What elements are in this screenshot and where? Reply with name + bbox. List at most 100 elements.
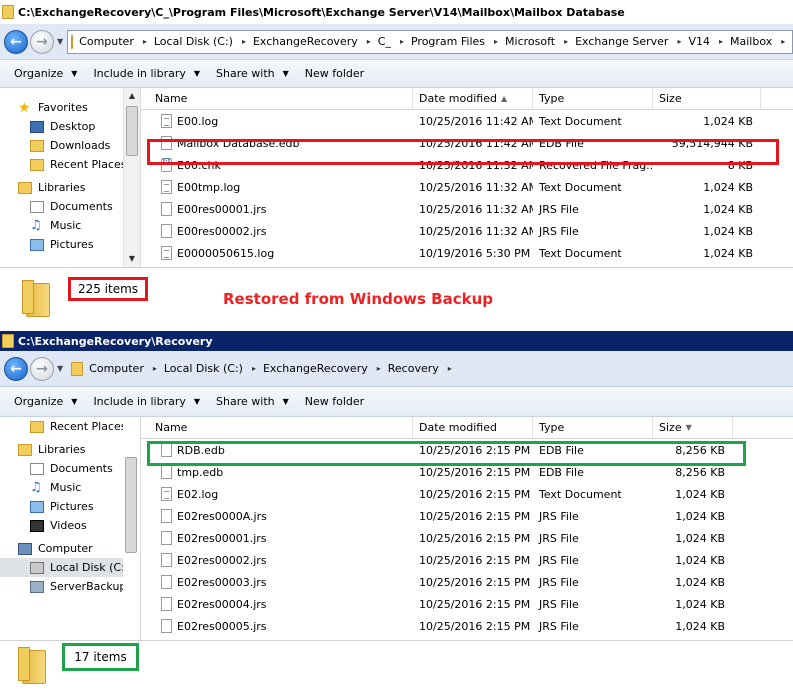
breadcrumb-local-disk-c-[interactable]: Local Disk (C:) <box>164 362 243 375</box>
breadcrumb-separator-icon[interactable]: ▸ <box>719 37 723 46</box>
breadcrumb-exchange-server[interactable]: Exchange Server <box>575 35 668 48</box>
new-folder-button[interactable]: New folder <box>297 395 372 408</box>
breadcrumb-mailbox[interactable]: Mailbox <box>730 35 772 48</box>
nav-item-local-disk-c[interactable]: Local Disk (C:) <box>0 558 140 577</box>
file-row[interactable]: E00tmp.log 10/25/2016 11:32 AM Text Docume… <box>141 176 793 198</box>
nav-item-music[interactable]: ♫ Music <box>0 478 140 497</box>
scroll-thumb[interactable] <box>125 457 137 553</box>
nav-item-libraries[interactable]: Libraries <box>0 440 140 459</box>
nav-item-videos[interactable]: Videos <box>0 516 140 535</box>
file-row[interactable]: E02res00002.jrs 10/25/2016 2:15 PM JRS Fil… <box>141 549 793 571</box>
breadcrumb-computer[interactable]: Computer <box>79 35 134 48</box>
breadcrumb-exchangerecovery[interactable]: ExchangeRecovery <box>263 362 368 375</box>
organize-button[interactable]: Organize ▼ <box>6 395 85 408</box>
file-row[interactable]: E0000050615.log 10/19/2016 5:30 PM Text Do… <box>141 242 793 264</box>
breadcrumb-separator-icon[interactable]: ▸ <box>143 37 147 46</box>
file-row[interactable]: E00.log 10/25/2016 11:42 AM Text Document 1… <box>141 110 793 132</box>
file-name-cell: E00.log <box>161 114 413 128</box>
navigation-pane: Recent Places Libraries Documents ♫ Music Pic… <box>0 417 141 640</box>
nav-item-desktop[interactable]: Desktop <box>0 117 140 136</box>
column-header-name[interactable]: Name <box>149 417 413 438</box>
breadcrumb-exchangerecovery[interactable]: ExchangeRecovery <box>253 35 358 48</box>
address-bar[interactable]: Computer ▸ Local Disk (C:) ▸ ExchangeRecover… <box>67 357 627 381</box>
include-in-library-button[interactable]: Include in library ▼ <box>85 395 208 408</box>
breadcrumb-separator-icon[interactable]: ▸ <box>367 37 371 46</box>
organize-button[interactable]: Organize ▼ <box>6 67 85 80</box>
scroll-up-icon[interactable]: ▲ <box>124 88 140 104</box>
breadcrumb-program-files[interactable]: Program Files <box>411 35 485 48</box>
column-header-type[interactable]: Type <box>533 88 653 109</box>
breadcrumb-separator-icon[interactable]: ▸ <box>242 37 246 46</box>
nav-item-recent-places[interactable]: Recent Places <box>0 155 140 174</box>
recent-pages-dropdown-icon[interactable]: ▼ <box>57 364 63 373</box>
address-bar[interactable]: Computer ▸ Local Disk (C:) ▸ ExchangeRecover… <box>67 29 793 54</box>
nav-scrollbar[interactable]: ▲ ▼ <box>123 88 140 267</box>
breadcrumb-separator-icon[interactable]: ▸ <box>677 37 681 46</box>
nav-item-pictures[interactable]: Pictures <box>0 235 140 254</box>
column-header-date[interactable]: Date modified <box>413 417 533 438</box>
file-row[interactable]: E02res0000A.jrs 10/25/2016 2:15 PM JRS Fil… <box>141 505 793 527</box>
breadcrumb-separator-icon[interactable]: ▸ <box>781 37 785 46</box>
file-row[interactable]: E02res00001.jrs 10/25/2016 2:15 PM JRS Fil… <box>141 527 793 549</box>
forward-button[interactable]: → <box>30 356 54 381</box>
new-folder-button[interactable]: New folder <box>297 67 372 80</box>
file-row[interactable]: E00res00001.jrs 10/25/2016 11:32 AM JRS Fi… <box>141 198 793 220</box>
file-row[interactable]: E02.log 10/25/2016 2:15 PM Text Document 1,… <box>141 483 793 505</box>
breadcrumb-separator-icon[interactable]: ▸ <box>252 364 256 373</box>
recent-pages-dropdown-icon[interactable]: ▼ <box>57 37 63 46</box>
nav-scrollbar[interactable] <box>123 417 140 640</box>
back-button[interactable]: ← <box>4 356 28 381</box>
file-row[interactable]: E02res00003.jrs 10/25/2016 2:15 PM JRS Fil… <box>141 571 793 593</box>
scroll-thumb[interactable] <box>126 106 138 156</box>
breadcrumb-separator-icon[interactable]: ▸ <box>153 364 157 373</box>
nav-item-downloads[interactable]: Downloads <box>0 136 140 155</box>
nav-item-computer[interactable]: Computer <box>0 539 140 558</box>
share-with-button[interactable]: Share with ▼ <box>208 395 297 408</box>
column-header-type[interactable]: Type <box>533 417 653 438</box>
nav-item-recent-places[interactable]: Recent Places <box>0 417 140 436</box>
nav-item-documents[interactable]: Documents <box>0 459 140 478</box>
share-with-button[interactable]: Share with ▼ <box>208 67 297 80</box>
breadcrumb-local-disk-c-[interactable]: Local Disk (C:) <box>154 35 233 48</box>
file-type: JRS File <box>539 619 579 633</box>
chevron-down-icon: ▼ <box>71 69 78 78</box>
title-bar[interactable]: C:\ExchangeRecovery\C_\Program Files\Mic… <box>0 0 793 24</box>
back-button[interactable]: ← <box>4 29 28 54</box>
column-header-size[interactable]: Size <box>653 88 761 109</box>
file-name-cell: E02res00003.jrs <box>161 575 413 589</box>
text-file-icon <box>161 246 172 260</box>
nav-item-pictures[interactable]: Pictures <box>0 497 140 516</box>
column-header-name[interactable]: Name <box>149 88 413 109</box>
breadcrumb-separator-icon[interactable]: ▸ <box>564 37 568 46</box>
nav-item-serverbackup[interactable]: ServerBackup ( <box>0 577 140 596</box>
breadcrumb-microsoft[interactable]: Microsoft <box>505 35 555 48</box>
breadcrumb-separator-icon[interactable]: ▸ <box>400 37 404 46</box>
include-in-library-button[interactable]: Include in library ▼ <box>85 67 208 80</box>
chevron-down-icon: ▼ <box>193 397 201 406</box>
nav-item-documents[interactable]: Documents <box>0 197 140 216</box>
file-size: 1,024 KB <box>675 575 725 589</box>
file-row[interactable]: E02res00004.jrs 10/25/2016 2:15 PM JRS Fil… <box>141 593 793 615</box>
breadcrumb-separator-icon[interactable]: ▸ <box>377 364 381 373</box>
nav-item-libraries[interactable]: Libraries <box>0 178 140 197</box>
breadcrumb-c-[interactable]: C_ <box>378 35 391 48</box>
file-row[interactable]: E02res00005.jrs 10/25/2016 2:15 PM JRS Fil… <box>141 615 793 637</box>
breadcrumb-separator-icon[interactable]: ▸ <box>494 37 498 46</box>
nav-item-favorites[interactable]: ★ Favorites <box>0 98 140 117</box>
breadcrumb-v14[interactable]: V14 <box>688 35 710 48</box>
breadcrumb-computer[interactable]: Computer <box>89 362 144 375</box>
forward-button[interactable]: → <box>30 29 54 54</box>
breadcrumb-recovery[interactable]: Recovery <box>388 362 439 375</box>
disk-icon <box>30 561 44 574</box>
title-bar[interactable]: C:\ExchangeRecovery\Recovery <box>0 331 793 351</box>
column-header-size[interactable]: Size ▼ <box>653 417 733 438</box>
nav-item-music[interactable]: ♫ Music <box>0 216 140 235</box>
file-row[interactable]: E00res00002.jrs 10/25/2016 11:32 AM JRS Fi… <box>141 220 793 242</box>
column-header-date[interactable]: Date modified ▲ <box>413 88 533 109</box>
file-icon <box>161 619 172 633</box>
scroll-down-icon[interactable]: ▼ <box>124 251 140 267</box>
breadcrumb-separator-icon[interactable]: ▸ <box>448 364 452 373</box>
file-name-cell: E02res00005.jrs <box>161 619 413 633</box>
videos-icon <box>30 519 44 532</box>
file-type: Text Document <box>539 246 622 260</box>
